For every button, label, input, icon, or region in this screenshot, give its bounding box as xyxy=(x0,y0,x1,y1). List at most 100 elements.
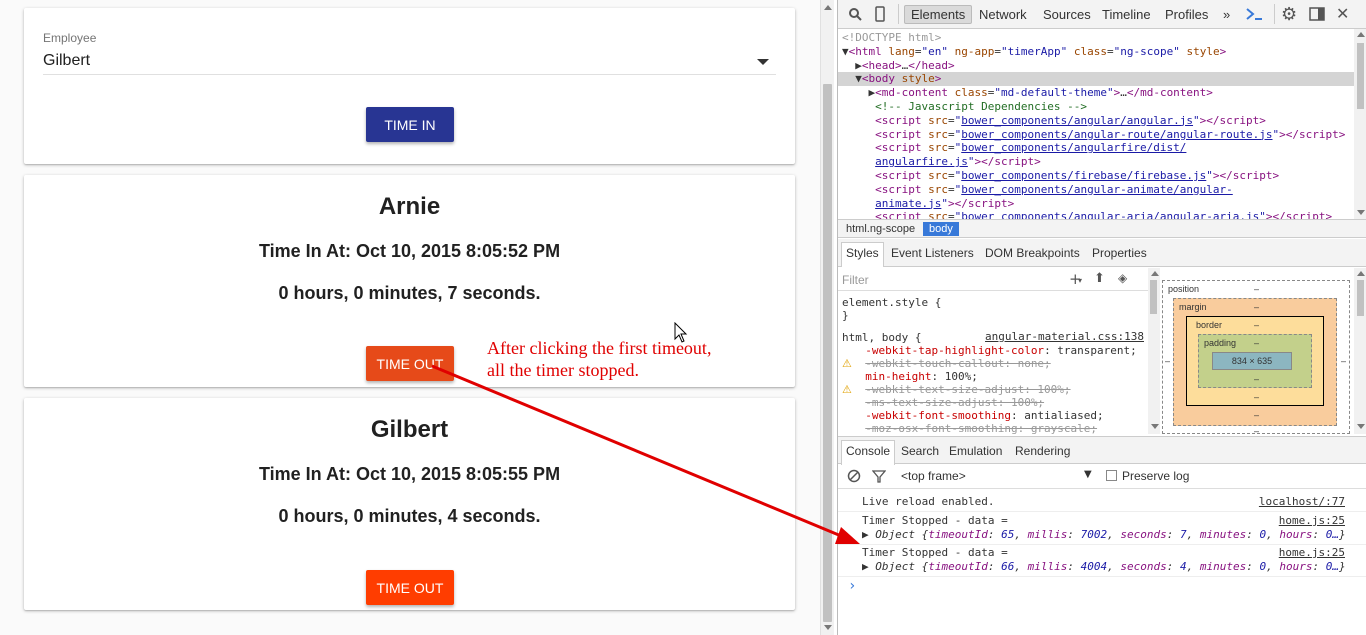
minutes: 0 xyxy=(1259,560,1267,573)
scroll-up-icon[interactable] xyxy=(1151,271,1159,276)
select-underline xyxy=(43,74,776,75)
tab-event-listeners[interactable]: Event Listeners xyxy=(891,246,974,260)
scroll-up-icon[interactable] xyxy=(1357,271,1365,276)
close-icon[interactable]: ✕ xyxy=(1336,4,1349,24)
breadcrumb-html[interactable]: html.ng-scope xyxy=(840,222,921,236)
tab-network[interactable]: Network xyxy=(975,5,1031,24)
chevron-down-icon[interactable] xyxy=(757,59,769,65)
style-rule-line[interactable]: -webkit-touch-callout: none; xyxy=(852,357,1050,370)
employee-name: Arnie xyxy=(378,193,441,220)
dom-node-line[interactable]: <script src="bower_components/firebase/f… xyxy=(842,169,1279,182)
scrollbar-thumb[interactable] xyxy=(823,84,832,622)
clear-console-icon[interactable] xyxy=(847,469,861,483)
millis: 7002 xyxy=(1080,528,1108,541)
scrollbar-thumb[interactable] xyxy=(1357,280,1364,316)
tab-console[interactable]: Console xyxy=(841,440,896,465)
styles-scrollbar[interactable] xyxy=(1148,268,1160,434)
style-rule-line[interactable]: } xyxy=(842,309,849,322)
box-model-diagram: position – margin – border – padding – 8… xyxy=(1160,268,1354,436)
dom-node-line[interactable]: <script src="bower_components/angular-ar… xyxy=(842,210,1332,219)
filter-icon[interactable] xyxy=(872,469,886,483)
scroll-down-icon[interactable] xyxy=(1357,424,1365,429)
scroll-up-icon[interactable] xyxy=(824,5,832,10)
employee-select[interactable]: Gilbert xyxy=(43,52,90,70)
chevron-down-icon[interactable]: ▼ xyxy=(1084,469,1092,480)
dom-node-line[interactable]: <!DOCTYPE html> xyxy=(842,31,941,44)
console-object[interactable]: ▶ Object {timeoutId: 65, millis: 7002, s… xyxy=(862,528,1346,541)
tab-dom-breakpoints[interactable]: DOM Breakpoints xyxy=(985,246,1080,260)
dom-node-line[interactable]: ▶<head>…</head> xyxy=(842,59,954,72)
tab-rendering[interactable]: Rendering xyxy=(1015,444,1070,458)
dock-icon[interactable] xyxy=(1309,7,1325,21)
console-source-link[interactable]: home.js:25 xyxy=(1279,514,1345,527)
tab-styles[interactable]: Styles xyxy=(841,242,884,267)
style-rule-line[interactable]: -moz-osx-font-smoothing: grayscale; xyxy=(852,422,1097,434)
dom-node-line[interactable]: <script src="bower_components/angular/an… xyxy=(842,114,1266,127)
scroll-down-icon[interactable] xyxy=(1151,424,1159,429)
dom-node-line[interactable]: angularfire.js"></script> xyxy=(842,155,1041,168)
page-scrollbar[interactable] xyxy=(820,0,834,635)
styles-filter-input[interactable]: Filter xyxy=(842,273,869,287)
tab-timeline[interactable]: Timeline xyxy=(1098,5,1155,24)
time-out-button-gilbert[interactable]: TIME OUT xyxy=(366,570,454,605)
search-icon[interactable] xyxy=(848,7,862,21)
more-tabs-icon[interactable]: » xyxy=(1219,5,1234,24)
console-message: Live reload enabled. xyxy=(862,495,995,508)
app-content: Employee Gilbert TIME IN Arnie Time In A… xyxy=(0,0,820,635)
timeout-id: 65 xyxy=(1001,528,1015,541)
breadcrumb-body[interactable]: body xyxy=(923,222,959,236)
box-model-scrollbar[interactable] xyxy=(1354,268,1366,434)
time-in-button[interactable]: TIME IN xyxy=(366,107,454,142)
dom-node-line[interactable]: <script src="bower_components/angular-an… xyxy=(842,183,1233,196)
element-state-icon[interactable]: ◈ xyxy=(1118,271,1127,285)
style-rule-line[interactable]: -webkit-tap-highlight-color: transparent… xyxy=(852,344,1137,357)
scrollbar-thumb[interactable] xyxy=(1150,280,1157,314)
tab-sources[interactable]: Sources xyxy=(1039,5,1095,24)
tab-emulation[interactable]: Emulation xyxy=(949,444,1002,458)
gear-icon[interactable]: ⚙ xyxy=(1281,4,1297,25)
employee-form-card: Employee Gilbert TIME IN xyxy=(24,8,795,164)
dom-node-line[interactable]: ▼<body style> xyxy=(842,72,941,85)
style-rule-line[interactable]: -webkit-font-smoothing: antialiased; xyxy=(852,409,1103,422)
console-drawer-icon[interactable] xyxy=(1245,7,1263,21)
console-source-link[interactable]: home.js:25 xyxy=(1279,546,1345,559)
scroll-up-icon[interactable] xyxy=(1357,32,1365,37)
dom-node-line[interactable]: <script src="bower_components/angular-ro… xyxy=(842,128,1345,141)
tab-search[interactable]: Search xyxy=(901,444,939,458)
dom-node-line[interactable]: <!-- Javascript Dependencies --> xyxy=(842,100,1087,113)
style-rule-line[interactable]: element.style { xyxy=(842,296,941,309)
elements-tree[interactable]: <!DOCTYPE html> ▼<html lang="en" ng-app="… xyxy=(838,29,1354,219)
device-icon[interactable] xyxy=(875,6,885,22)
style-source-link[interactable]: angular-material.css:138 xyxy=(985,330,1144,343)
style-rule-line[interactable]: -ms-text-size-adjust: 100%; xyxy=(852,396,1044,409)
frame-select[interactable]: <top frame> xyxy=(901,469,966,483)
preserve-log-checkbox[interactable] xyxy=(1106,470,1117,481)
pin-icon[interactable]: ⬆ xyxy=(1094,271,1105,286)
console-source-link[interactable]: localhost/:77 xyxy=(1259,495,1345,508)
hours: 0… xyxy=(1325,560,1339,573)
position-bottom-value: – xyxy=(1254,426,1260,436)
tab-properties[interactable]: Properties xyxy=(1092,246,1147,260)
console-object[interactable]: ▶ Object {timeoutId: 66, millis: 4004, s… xyxy=(862,560,1346,573)
style-rule-line[interactable]: -webkit-text-size-adjust: 100%; xyxy=(852,383,1070,396)
style-rule-line[interactable]: min-height: 100%; xyxy=(852,370,978,383)
dom-node-line[interactable]: <script src="bower_components/angularfir… xyxy=(842,141,1186,154)
position-left-value: – xyxy=(1165,356,1171,366)
toolbar-divider xyxy=(1274,4,1275,24)
border-top-value: – xyxy=(1254,320,1260,330)
scroll-down-icon[interactable] xyxy=(1357,210,1365,215)
elements-scrollbar[interactable] xyxy=(1354,29,1366,219)
scrollbar-thumb[interactable] xyxy=(1357,43,1364,109)
dom-node-line[interactable]: ▼<html lang="en" ng-app="timerApp" class… xyxy=(842,45,1226,58)
dropdown-icon[interactable]: ▾ xyxy=(1078,276,1082,285)
scroll-down-icon[interactable] xyxy=(824,625,832,630)
tab-elements[interactable]: Elements xyxy=(904,5,973,24)
dom-node-line[interactable]: ▶<md-content class="md-default-theme">…<… xyxy=(842,86,1212,99)
dom-node-line[interactable]: animate.js"></script> xyxy=(842,197,1014,210)
console-log: Live reload enabled. localhost/:77 Timer… xyxy=(838,490,1366,635)
tab-profiles[interactable]: Profiles xyxy=(1161,5,1212,24)
style-rule-line[interactable]: html, body { xyxy=(842,331,921,344)
console-prompt[interactable]: › xyxy=(848,578,856,594)
time-out-button-arnie[interactable]: TIME OUT xyxy=(366,346,454,381)
timeout-id: 66 xyxy=(1001,560,1015,573)
